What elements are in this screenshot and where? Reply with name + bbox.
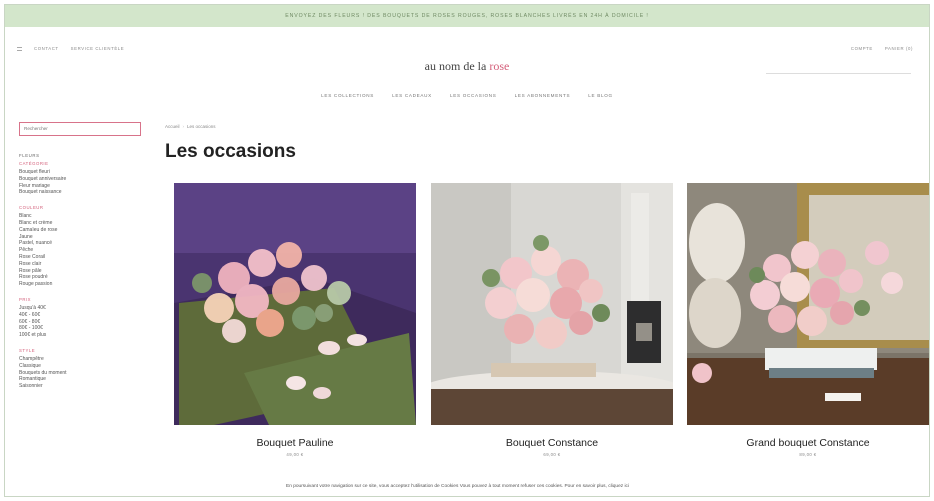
- filter-item[interactable]: Bouquet anniversaire: [19, 176, 147, 183]
- filter-group-color: Couleur Blanc Blanc et crème Camaïeu de …: [19, 205, 147, 288]
- filter-item[interactable]: Romantique: [19, 376, 147, 383]
- breadcrumb-separator-icon: ›: [182, 124, 185, 129]
- product-price: 89,00 €: [799, 452, 817, 457]
- filter-subheading: Style: [19, 347, 36, 353]
- page-frame: Envoyez des fleurs ! Des bouquets de ros…: [4, 4, 930, 497]
- filter-group-style: Style Champêtre Classique Bouquets du mo…: [19, 348, 147, 390]
- product-price: 69,00 €: [543, 452, 561, 457]
- filter-subheading: Prix: [19, 296, 32, 302]
- filter-item[interactable]: Rose poudré: [19, 274, 147, 281]
- filter-item[interactable]: Rose Corail: [19, 254, 147, 261]
- product-name[interactable]: Bouquet Constance: [431, 437, 673, 449]
- contact-link[interactable]: Contact: [34, 46, 59, 51]
- product-card[interactable]: Grand bouquet Constance 89,00 €: [687, 183, 929, 457]
- filter-heading: Fleurs: [19, 153, 40, 158]
- product-name[interactable]: Bouquet Pauline: [174, 437, 416, 449]
- product-image: [174, 183, 416, 425]
- filter-item[interactable]: Fleur mariage: [19, 183, 147, 190]
- filter-group-price: Prix Jusqu'à 40€ 40€ - 60€ 60€ - 80€ 80€…: [19, 297, 147, 339]
- filter-group-category: Fleurs Catégorie Bouquet fleuri Bouquet …: [19, 153, 147, 196]
- main-nav: Les collections Les cadeaux Les occasion…: [5, 93, 929, 98]
- filter-item[interactable]: 80€ - 100€: [19, 325, 147, 332]
- filter-item[interactable]: Classique: [19, 363, 147, 370]
- filter-item[interactable]: Rouge passion: [19, 281, 147, 288]
- product-photo[interactable]: [174, 183, 416, 425]
- filter-item[interactable]: Blanc: [19, 213, 147, 220]
- filter-item[interactable]: Jusqu'à 40€: [19, 305, 147, 312]
- top-nav-right: Compte Panier (0): [851, 46, 913, 51]
- filter-item[interactable]: 60€ - 80€: [19, 319, 147, 326]
- product-photo[interactable]: [431, 183, 673, 425]
- filter-item[interactable]: Pêche: [19, 247, 147, 254]
- filter-item[interactable]: Bouquets du moment: [19, 370, 147, 377]
- filter-item[interactable]: Blanc et crème: [19, 220, 147, 227]
- nav-gifts[interactable]: Les cadeaux: [392, 93, 432, 98]
- logo-accent: rose: [489, 59, 510, 73]
- site-logo[interactable]: au nom de la rose: [5, 59, 929, 74]
- filter-item[interactable]: Bouquet naissance: [19, 189, 147, 196]
- filter-subheading: Couleur: [19, 205, 44, 211]
- product-card[interactable]: Bouquet Pauline 49,00 €: [174, 183, 416, 457]
- cookie-notice[interactable]: En poursuivant votre navigation sur ce s…: [286, 483, 666, 490]
- nav-subscriptions[interactable]: Les abonnements: [515, 93, 571, 98]
- logo-text: au nom de la: [424, 59, 490, 73]
- filter-item[interactable]: Saisonnier: [19, 383, 147, 390]
- sidebar-search-input[interactable]: Rechercher: [19, 122, 141, 136]
- breadcrumb-home[interactable]: Accueil: [165, 124, 180, 129]
- nav-blog[interactable]: Le blog: [588, 93, 613, 98]
- nav-occasions[interactable]: Les occasions: [450, 93, 497, 98]
- customer-service-link[interactable]: Service clientèle: [71, 46, 125, 51]
- nav-collections[interactable]: Les collections: [321, 93, 374, 98]
- product-price: 49,00 €: [286, 452, 304, 457]
- promo-banner[interactable]: Envoyez des fleurs ! Des bouquets de ros…: [5, 5, 929, 27]
- header-search-underline[interactable]: [766, 73, 911, 74]
- account-link[interactable]: Compte: [851, 46, 873, 51]
- menu-icon[interactable]: [17, 47, 22, 51]
- filter-item[interactable]: Rose clair: [19, 261, 147, 268]
- cart-link[interactable]: Panier (0): [885, 46, 913, 51]
- filter-sidebar: Fleurs Catégorie Bouquet fleuri Bouquet …: [19, 153, 147, 399]
- breadcrumb-current: Les occasions: [187, 124, 216, 129]
- filter-item[interactable]: Jaune: [19, 234, 147, 241]
- filter-item[interactable]: Bouquet fleuri: [19, 169, 147, 176]
- filter-item[interactable]: 100€ et plus: [19, 332, 147, 339]
- filter-item[interactable]: Pastel, nuancé: [19, 240, 147, 247]
- filter-item[interactable]: Champêtre: [19, 356, 147, 363]
- filter-subheading: Catégorie: [19, 161, 49, 166]
- filter-item[interactable]: Camaïeu de rose: [19, 227, 147, 234]
- product-image: [687, 183, 929, 425]
- product-image: [431, 183, 673, 425]
- product-card[interactable]: Bouquet Constance 69,00 €: [431, 183, 673, 457]
- filter-item[interactable]: Rose pâle: [19, 268, 147, 275]
- product-photo[interactable]: [687, 183, 929, 425]
- breadcrumb: Accueil › Les occasions: [165, 124, 216, 129]
- page-title: Les occasions: [165, 141, 296, 162]
- top-nav-left: Contact Service clientèle: [17, 46, 124, 51]
- product-name[interactable]: Grand bouquet Constance: [687, 437, 929, 449]
- filter-item[interactable]: 40€ - 60€: [19, 312, 147, 319]
